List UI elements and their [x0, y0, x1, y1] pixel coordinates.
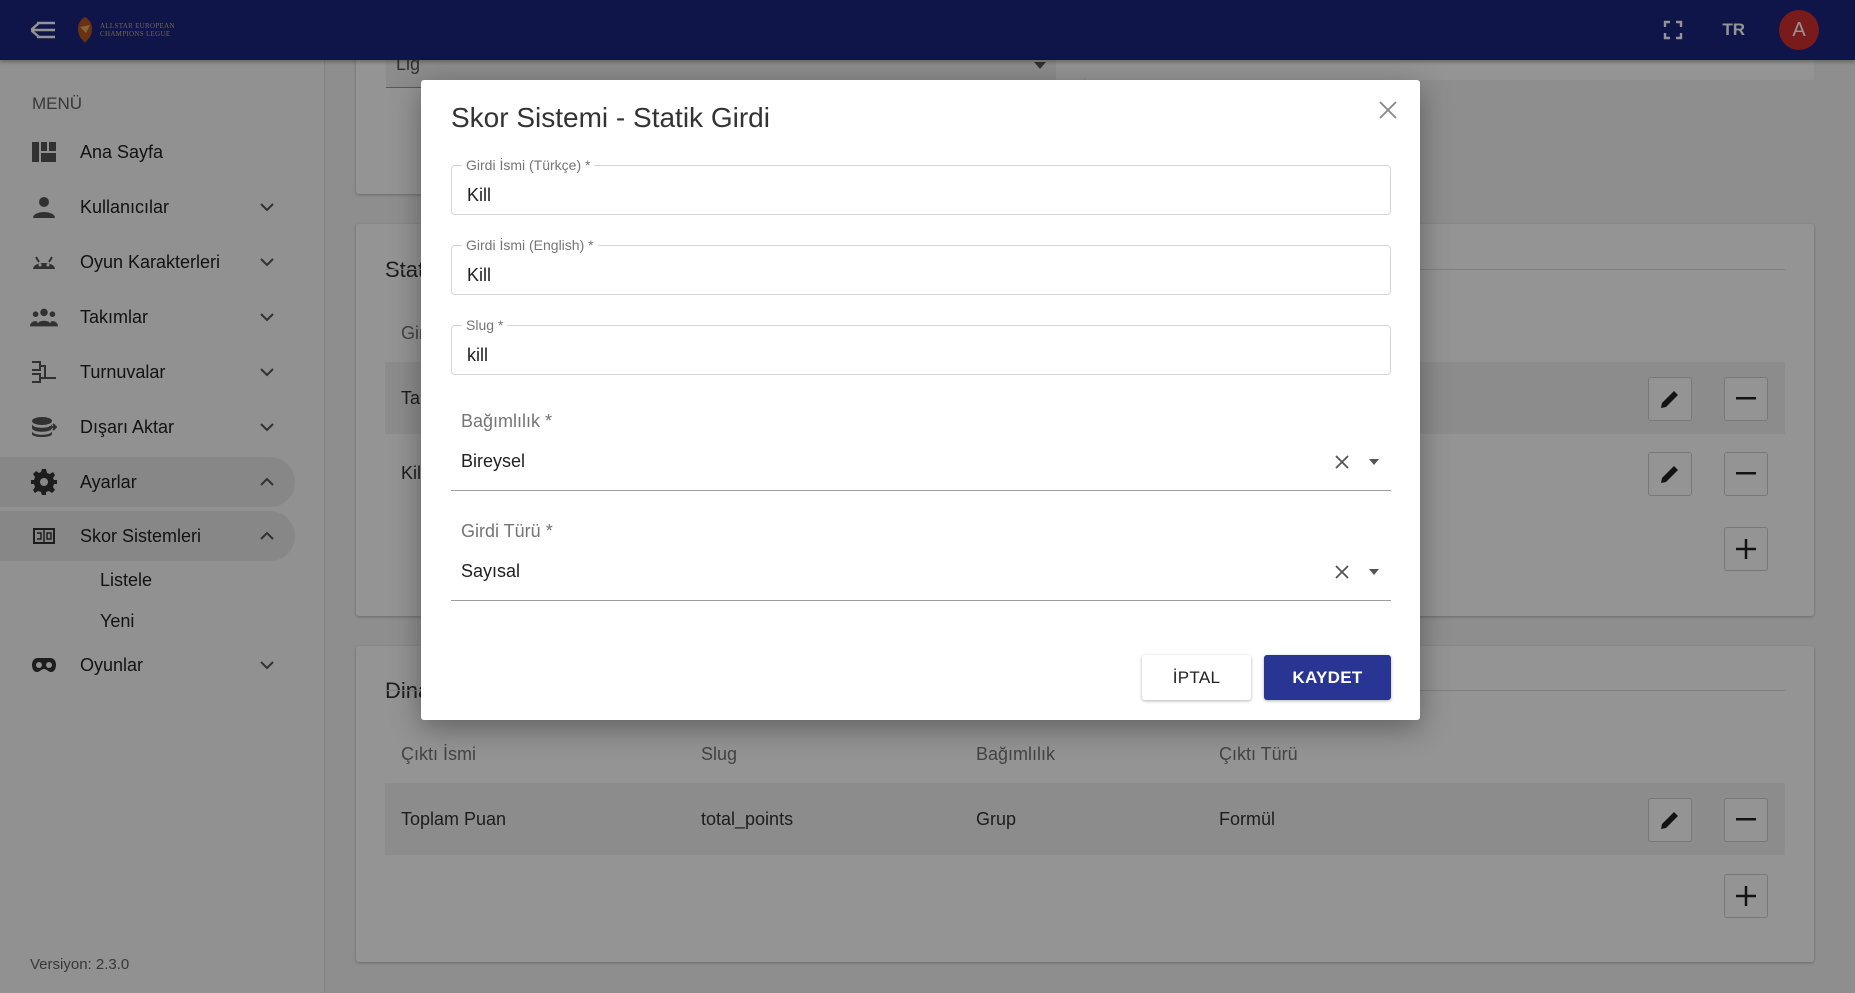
cancel-button[interactable]: İPTAL: [1142, 655, 1251, 700]
dropdown-arrow-icon[interactable]: [1367, 567, 1381, 577]
close-icon[interactable]: [1374, 96, 1402, 124]
dependency-select[interactable]: Bağımlılık * Bireysel: [451, 411, 1391, 491]
slug-input[interactable]: [452, 326, 1390, 374]
input-type-select[interactable]: Girdi Türü * Sayısal: [451, 521, 1391, 601]
dropdown-arrow-icon[interactable]: [1367, 457, 1381, 467]
save-button[interactable]: KAYDET: [1264, 655, 1391, 700]
name-en-input[interactable]: [452, 246, 1390, 294]
clear-icon[interactable]: [1331, 451, 1353, 473]
dependency-label: Bağımlılık *: [461, 411, 553, 431]
name-en-field[interactable]: Girdi İsmi (English) *: [451, 237, 1391, 295]
dialog-title: Skor Sistemi - Statik Girdi: [451, 102, 770, 133]
input-type-value: Sayısal: [461, 561, 521, 581]
name-tr-field[interactable]: Girdi İsmi (Türkçe) *: [451, 157, 1391, 215]
clear-icon[interactable]: [1331, 561, 1353, 583]
static-input-dialog: Skor Sistemi - Statik Girdi Girdi İsmi (…: [421, 80, 1420, 720]
input-type-label: Girdi Türü *: [461, 521, 553, 541]
name-tr-input[interactable]: [452, 166, 1390, 214]
slug-field[interactable]: Slug *: [451, 317, 1391, 375]
dependency-value: Bireysel: [461, 451, 526, 471]
